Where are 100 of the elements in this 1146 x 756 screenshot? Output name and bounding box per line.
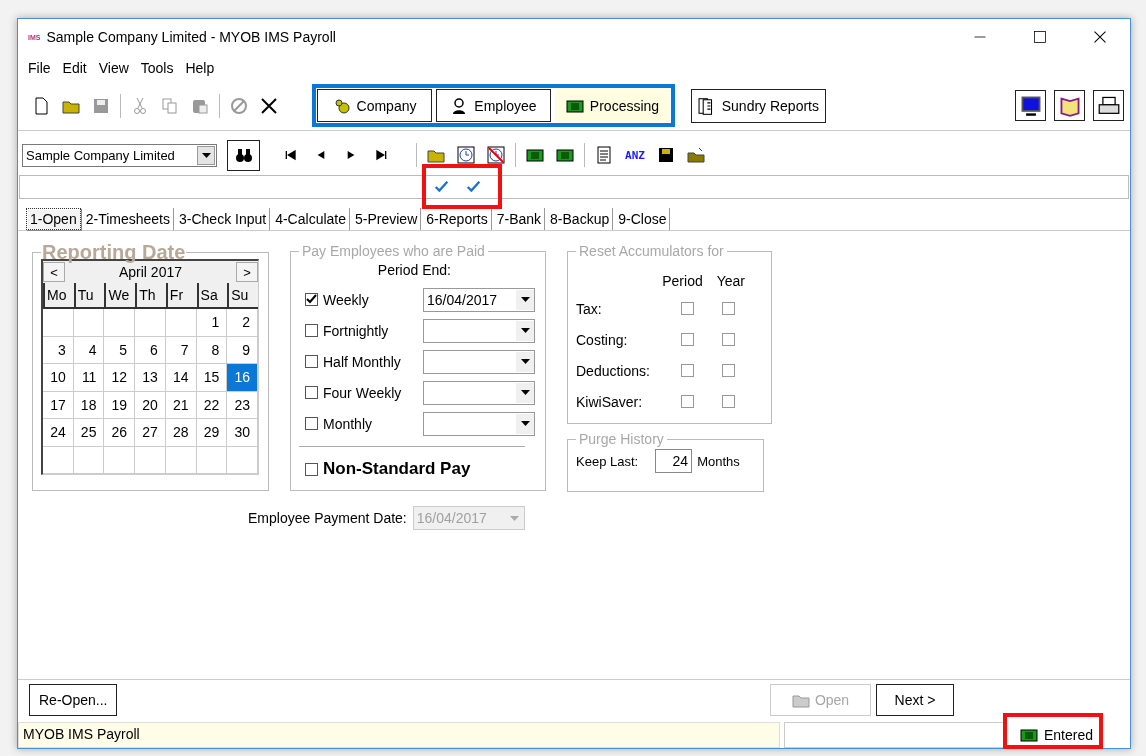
checkbox[interactable] [722, 333, 735, 346]
group-title: Purge History [578, 431, 665, 447]
check-icon [434, 179, 450, 195]
calendar-day[interactable]: 5 [104, 336, 136, 364]
print-button[interactable] [1093, 90, 1124, 121]
calendar-day[interactable]: 11 [73, 364, 105, 392]
dropdown-value: 16/04/2017 [416, 510, 487, 526]
checkbox[interactable] [305, 462, 318, 476]
weekday-header: Sa [196, 283, 228, 309]
checkbox[interactable] [305, 324, 318, 337]
module-button[interactable]: Employee [436, 89, 551, 122]
calendar-day[interactable]: 28 [165, 419, 197, 447]
calendar-day[interactable]: 26 [104, 419, 136, 447]
checkbox[interactable] [681, 395, 694, 408]
menu-item[interactable]: Edit [56, 60, 93, 76]
checkbox[interactable] [305, 355, 318, 368]
calendar-day[interactable]: 2 [227, 309, 258, 337]
calendar-day[interactable]: 25 [73, 419, 105, 447]
calendar-day[interactable]: 10 [43, 364, 74, 392]
period-end-dropdown[interactable] [423, 411, 535, 436]
period-end-dropdown[interactable]: 16/04/2017 [423, 287, 535, 312]
calendar-day[interactable]: 9 [227, 336, 258, 364]
caret-icon [520, 421, 530, 426]
company-select[interactable]: Sample Company Limited [22, 143, 217, 167]
calendar-day[interactable]: 27 [135, 419, 166, 447]
next-button[interactable]: Next > [876, 683, 954, 716]
calendar-day[interactable]: 14 [165, 364, 197, 392]
status-text: MYOB IMS Payroll [18, 722, 780, 748]
tab[interactable]: 1-Open [26, 208, 81, 230]
checkbox[interactable] [681, 302, 694, 315]
calendar-day[interactable]: 16 [227, 364, 258, 392]
tab[interactable]: 2-Timesheets [82, 208, 174, 230]
help-book-button[interactable] [1054, 90, 1085, 121]
calendar-day[interactable]: 6 [135, 336, 166, 364]
checkbox[interactable] [305, 417, 318, 430]
calendar-day[interactable]: 13 [135, 364, 166, 392]
close-icon [1093, 30, 1107, 44]
check-icon [466, 179, 482, 195]
calendar-day[interactable]: 15 [196, 364, 228, 392]
window-title: Sample Company Limited - MYOB IMS Payroll [46, 29, 336, 45]
dropdown-value: 16/04/2017 [427, 291, 498, 308]
skip-forward-icon [375, 149, 387, 161]
find-button[interactable] [227, 139, 260, 171]
caret-icon [520, 390, 530, 395]
months-input[interactable]: 24 [655, 449, 693, 473]
checkbox[interactable] [681, 364, 694, 377]
tab[interactable]: 6-Reports [423, 208, 492, 230]
tab[interactable]: 7-Bank [493, 208, 546, 230]
checkbox-label: Monthly [323, 415, 373, 432]
checkbox[interactable] [681, 333, 694, 346]
sundry-reports-button[interactable]: Sundry Reports [691, 88, 826, 123]
calendar-day[interactable]: 20 [135, 391, 166, 419]
tab[interactable]: 4-Calculate [272, 208, 350, 230]
calendar-day[interactable]: 30 [227, 419, 258, 447]
checkbox[interactable] [305, 293, 318, 306]
checkbox-label: Half Monthly [323, 353, 401, 370]
calendar-day[interactable]: 3 [43, 336, 74, 364]
menu-item[interactable]: File [22, 60, 57, 76]
previous-month-button[interactable]: < [43, 262, 65, 282]
monitor-button[interactable] [1015, 90, 1046, 121]
checkbox[interactable] [305, 386, 318, 399]
weekday-header: Su [227, 283, 258, 309]
keep-last-label: Keep Last: [576, 453, 639, 469]
scissors-icon [131, 96, 149, 115]
save-icon [92, 96, 110, 115]
reopen-button[interactable]: Re-Open... [29, 683, 118, 716]
menu-item[interactable]: Help [179, 60, 221, 76]
calendar-day[interactable]: 19 [104, 391, 136, 419]
tab[interactable]: 3-Check Input [176, 208, 271, 230]
calendar-day[interactable]: 23 [227, 391, 258, 419]
close-icon [260, 96, 278, 115]
period-end-dropdown[interactable] [423, 380, 535, 405]
calendar-day[interactable]: 12 [104, 364, 136, 392]
calendar-day[interactable]: 17 [43, 391, 74, 419]
period-end-dropdown[interactable] [423, 318, 535, 343]
report-icon [595, 146, 613, 164]
menu-item[interactable]: View [92, 60, 135, 76]
calendar-day[interactable]: 24 [43, 419, 74, 447]
checkbox[interactable] [722, 395, 735, 408]
checkbox[interactable] [722, 302, 735, 315]
tab[interactable]: 8-Backup [547, 208, 614, 230]
checkmark-icon [306, 294, 317, 305]
module-button[interactable]: Company [317, 89, 432, 122]
weekday-header: Th [135, 283, 166, 309]
month-label: April 2017 [118, 264, 182, 280]
tab[interactable]: 9-Close [615, 208, 671, 230]
tab[interactable]: 5-Preview [352, 208, 422, 230]
module-button[interactable]: Processing [555, 89, 670, 122]
calendar-day[interactable]: 29 [196, 419, 228, 447]
unit-label: Months [697, 453, 740, 469]
bank-label[interactable]: ANZ [619, 148, 651, 162]
checkbox[interactable] [722, 364, 735, 377]
calendar-day[interactable]: 1 [196, 309, 228, 337]
group-title: Pay Employees who are Paid [301, 243, 486, 259]
row-label: KiwiSaver: [576, 393, 644, 410]
period-end-dropdown[interactable] [423, 349, 535, 374]
menu-item[interactable]: Tools [134, 60, 180, 76]
next-month-button[interactable]: > [236, 262, 258, 282]
company-select-value: Sample Company Limited [26, 147, 175, 163]
caret-icon [520, 328, 530, 333]
